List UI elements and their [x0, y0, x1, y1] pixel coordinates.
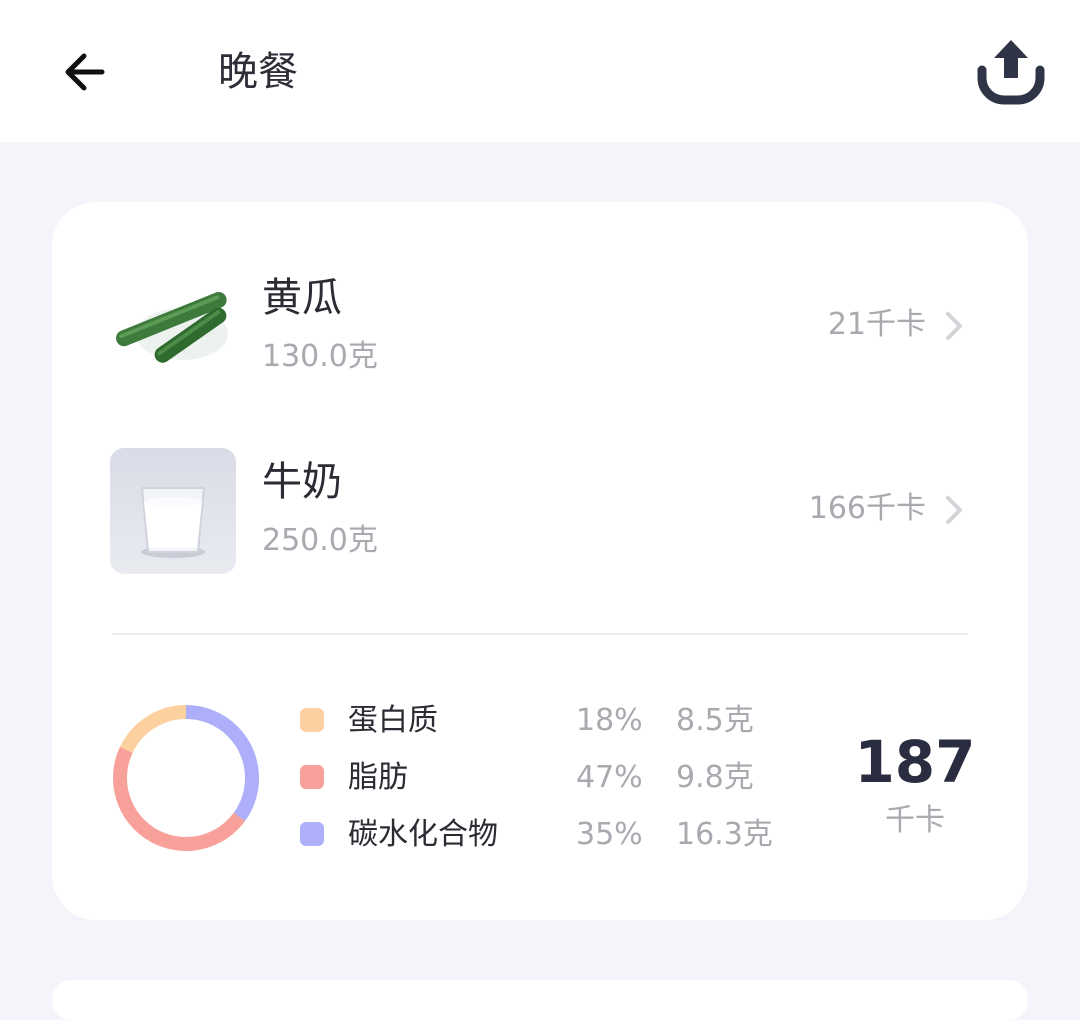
meal-card: 黄瓜 130.0克 21千卡 牛奶 250.0克 166千卡 蛋白质 18% 8…: [52, 202, 1028, 920]
cucumber-image: [110, 264, 236, 390]
arrow-left-icon: [65, 53, 105, 91]
food-name: 牛奶: [262, 459, 342, 505]
nutrition-donut-chart: [113, 705, 259, 851]
legend-name: 蛋白质: [348, 703, 438, 738]
total-calories-unit: 千卡: [885, 803, 945, 838]
food-calories: 166千卡: [808, 491, 926, 526]
legend-amount: 9.8克: [676, 760, 754, 795]
legend-amount: 8.5克: [676, 703, 754, 738]
legend-color-swatch: [300, 822, 324, 846]
legend-name: 脂肪: [348, 760, 408, 795]
chevron-right-icon: [946, 312, 962, 340]
top-bar: 晚餐: [0, 0, 1080, 142]
share-upload-icon: [977, 40, 1045, 105]
next-card: [52, 980, 1028, 1020]
page-title: 晚餐: [218, 49, 298, 95]
food-item[interactable]: 黄瓜 130.0克 21千卡: [52, 264, 1028, 394]
milk-glass-image: [110, 448, 236, 574]
legend-percent: 47%: [576, 760, 643, 795]
legend-color-swatch: [300, 765, 324, 789]
food-weight: 250.0克: [262, 523, 378, 558]
food-weight: 130.0克: [262, 339, 378, 374]
legend-amount: 16.3克: [676, 817, 773, 852]
legend-percent: 35%: [576, 817, 643, 852]
divider: [112, 633, 968, 635]
legend-color-swatch: [300, 708, 324, 732]
total-calories-value: 187: [854, 728, 976, 796]
food-item[interactable]: 牛奶 250.0克 166千卡: [52, 448, 1028, 578]
back-button[interactable]: [56, 44, 116, 100]
share-button[interactable]: [972, 34, 1050, 106]
chevron-right-icon: [946, 496, 962, 524]
legend-name: 碳水化合物: [348, 817, 498, 852]
food-name: 黄瓜: [262, 275, 342, 321]
legend-percent: 18%: [576, 703, 643, 738]
food-calories: 21千卡: [827, 307, 926, 342]
